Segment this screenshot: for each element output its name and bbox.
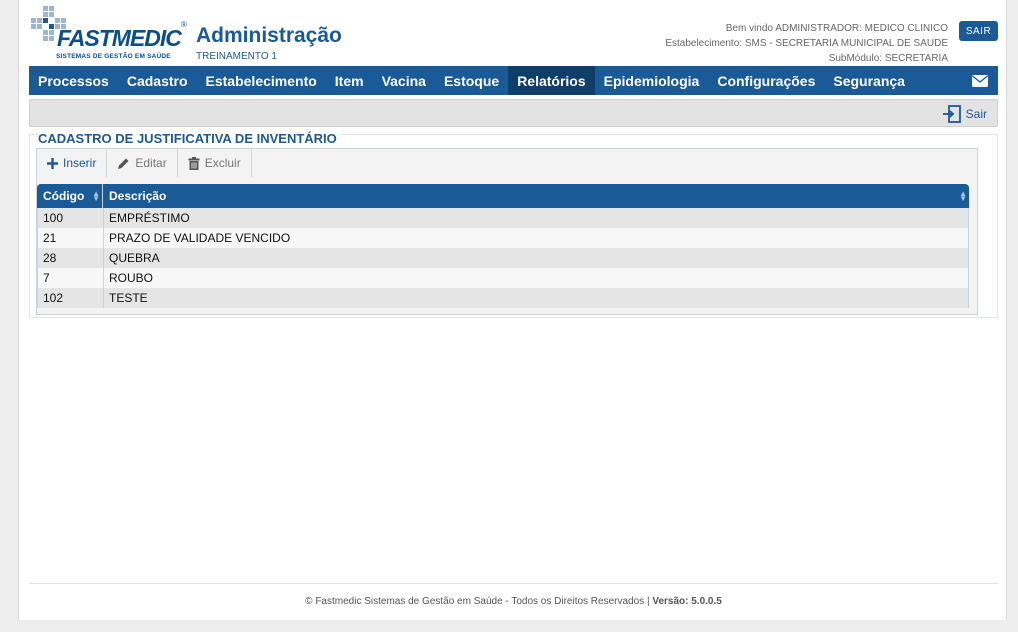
column-label-codigo: Código [43,189,85,203]
logo-subtitle: SISTEMAS DE GESTÃO EM SAÚDE [56,53,171,60]
table-row[interactable]: 102 TESTE [38,288,968,308]
sort-icon: ▲ ▼ [92,189,100,203]
exit-door-icon [942,105,961,123]
cell-codigo: 102 [38,288,104,308]
envelope-icon[interactable] [962,66,998,95]
table-row[interactable]: 7 ROUBO [38,268,968,288]
trash-icon [188,156,200,170]
exit-button[interactable]: Sair [942,104,987,124]
footer-copyright: © Fastmedic Sistemas de Gestão em Saúde … [305,596,650,607]
nav-item-relatorios[interactable]: Relatórios [508,66,595,95]
cell-descricao: QUEBRA [109,251,160,265]
nav-item-seguranca[interactable]: Segurança [824,66,914,95]
grid-toolbar: Inserir Editar Excluir [37,149,252,177]
logo-text: FASTMEDIC [57,25,182,51]
nav-item-cadastro[interactable]: Cadastro [118,66,197,95]
page-title: Administração [196,24,342,47]
nav-item-configuracoes[interactable]: Configurações [708,66,824,95]
plus-icon [47,157,58,169]
column-header-codigo[interactable]: Código ▲ ▼ [37,184,103,208]
justification-table: Código ▲ ▼ Descrição ▲ ▼ 100 EMPRÉSTIMO 21 [37,184,969,308]
table-header: Código ▲ ▼ Descrição ▲ ▼ [37,184,969,208]
cell-codigo: 28 [38,248,104,268]
logout-button[interactable]: SAIR [959,21,998,41]
action-toolbar: Sair [29,99,998,127]
edit-button[interactable]: Editar [107,149,178,177]
inventory-justification-panel: CADASTRO DE JUSTIFICATIVA DE INVENTÁRIO … [29,131,998,318]
cell-codigo: 7 [38,268,104,288]
table-row[interactable]: 21 PRAZO DE VALIDADE VENCIDO [38,228,968,248]
insert-button[interactable]: Inserir [37,149,108,177]
cell-descricao: ROUBO [109,271,154,285]
column-label-descricao: Descrição [109,189,167,203]
table-row[interactable]: 28 QUEBRA [38,248,968,268]
cell-descricao: EMPRÉSTIMO [109,211,190,225]
fastmedic-logo[interactable]: FASTMEDIC SISTEMAS DE GESTÃO EM SAÚDE ® [31,6,187,66]
cell-codigo: 21 [38,228,104,248]
footer-divider [29,583,998,584]
submodule-text: SubMódulo: SECRETARIA [828,53,948,64]
establishment-text: Estabelecimento: SMS - SECRETARIA MUNICI… [665,38,948,49]
nav-item-vacina[interactable]: Vacina [373,66,435,95]
cell-descricao: TESTE [109,291,148,305]
footer-version: Versão: 5.0.0.5 [652,596,722,607]
footer: © Fastmedic Sistemas de Gestão em Saúde … [19,596,1008,607]
pencil-icon [118,158,129,169]
column-header-descricao[interactable]: Descrição ▲ ▼ [103,184,969,208]
cell-descricao: PRAZO DE VALIDADE VENCIDO [109,231,291,245]
nav-item-item[interactable]: Item [326,66,373,95]
panel-title: CADASTRO DE JUSTIFICATIVA DE INVENTÁRIO [38,131,341,146]
main-nav: Processos Cadastro Estabelecimento Item … [29,66,998,95]
nav-item-estoque[interactable]: Estoque [435,66,508,95]
page-subtitle: TREINAMENTO 1 [196,51,277,62]
nav-item-epidemiologia[interactable]: Epidemiologia [595,66,709,95]
grid-container: Inserir Editar Excluir Código ▲ ▼ Descri… [36,148,978,315]
insert-label: Inserir [63,156,97,170]
logo-registered-mark: ® [181,20,187,29]
delete-label: Excluir [204,156,241,170]
nav-item-estabelecimento[interactable]: Estabelecimento [197,66,326,95]
nav-item-processos[interactable]: Processos [29,66,118,95]
table-row[interactable]: 100 EMPRÉSTIMO [38,208,968,228]
welcome-text: Bem vindo ADMINISTRADOR: MEDICO CLINICO [725,23,948,34]
exit-label: Sair [965,107,987,121]
page: FASTMEDIC SISTEMAS DE GESTÃO EM SAÚDE ® … [18,0,1007,620]
user-info: Bem vindo ADMINISTRADOR: MEDICO CLINICO … [665,21,948,66]
delete-button[interactable]: Excluir [178,149,252,177]
cell-codigo: 100 [38,208,104,228]
table-body: 100 EMPRÉSTIMO 21 PRAZO DE VALIDADE VENC… [37,208,969,308]
edit-label: Editar [135,156,167,170]
sort-icon: ▲ ▼ [959,189,967,203]
